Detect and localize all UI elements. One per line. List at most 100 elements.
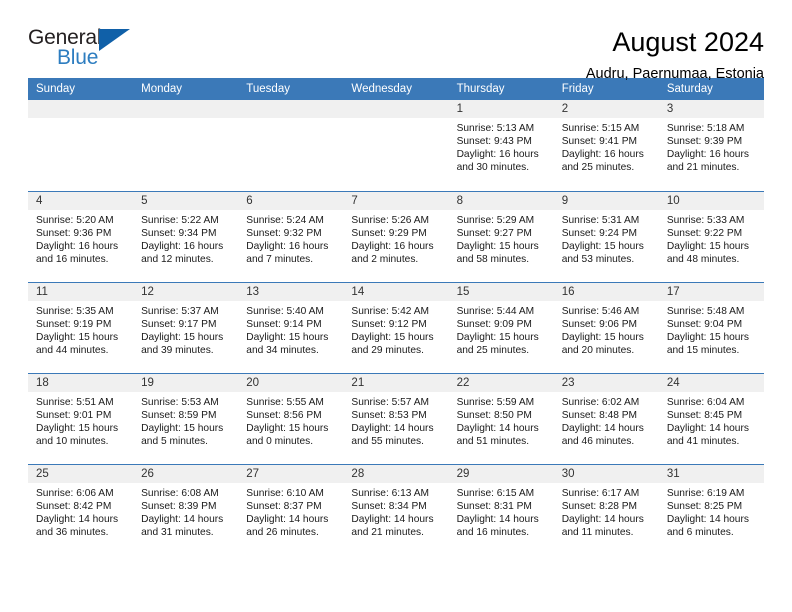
brand-triangle-icon xyxy=(99,29,130,51)
calendar-cell-empty xyxy=(28,100,134,191)
day-number: 18 xyxy=(28,373,134,392)
calendar-day-cell[interactable]: 27 Sunrise: 6:10 AM Sunset: 8:37 PM Dayligh… xyxy=(238,463,344,555)
weekday-header-sunday: Sunday xyxy=(28,78,134,100)
calendar-cell-empty xyxy=(343,100,449,191)
calendar-day-cell[interactable]: 15 Sunrise: 5:44 AM Sunset: 9:09 PM Dayligh… xyxy=(448,281,554,373)
day-details: Sunrise: 5:55 AM Sunset: 8:56 PM Daylight:… xyxy=(238,392,343,448)
calendar-day-cell[interactable]: 6 Sunrise: 5:24 AM Sunset: 9:32 PM Daylight… xyxy=(238,190,344,282)
day-detail-line: Daylight: 15 hours xyxy=(456,240,539,252)
day-detail-line: Daylight: 14 hours xyxy=(666,513,749,525)
day-detail-line: and 36 minutes. xyxy=(36,526,109,538)
calendar-day-cell[interactable]: 24 Sunrise: 6:04 AM Sunset: 8:45 PM Dayligh… xyxy=(658,372,764,464)
day-detail-line: Sunrise: 5:57 AM xyxy=(351,396,430,408)
day-detail-line: Sunset: 9:19 PM xyxy=(36,318,112,330)
day-detail-line: Daylight: 15 hours xyxy=(36,331,119,343)
day-detail-line: Daylight: 16 hours xyxy=(36,240,119,252)
day-detail-line: Sunrise: 5:26 AM xyxy=(351,214,430,226)
day-detail-line: Sunrise: 5:24 AM xyxy=(246,214,324,226)
day-number: 15 xyxy=(448,282,554,301)
day-detail-line: and 48 minutes. xyxy=(666,253,740,265)
calendar-day-cell[interactable]: 26 Sunrise: 6:08 AM Sunset: 8:39 PM Dayligh… xyxy=(133,463,239,555)
day-detail-line: Sunset: 9:27 PM xyxy=(456,227,532,239)
day-detail-line: Daylight: 14 hours xyxy=(561,513,644,525)
day-details: Sunrise: 6:17 AM Sunset: 8:28 PM Daylight:… xyxy=(554,483,659,539)
calendar-day-cell[interactable]: 11 Sunrise: 5:35 AM Sunset: 9:19 PM Dayligh… xyxy=(28,281,134,373)
day-detail-line: Sunrise: 5:59 AM xyxy=(456,396,535,408)
weekday-header-thursday: Thursday xyxy=(448,78,554,100)
day-detail-line: Sunset: 8:28 PM xyxy=(561,500,638,512)
calendar-day-cell[interactable]: 17 Sunrise: 5:48 AM Sunset: 9:04 PM Dayligh… xyxy=(658,281,764,373)
day-details: Sunrise: 5:13 AM Sunset: 9:43 PM Daylight:… xyxy=(449,118,554,174)
day-detail-line: Sunset: 9:32 PM xyxy=(246,227,322,239)
day-detail-line: Sunset: 8:53 PM xyxy=(351,409,427,421)
day-detail-line: Daylight: 15 hours xyxy=(141,422,224,434)
day-number: 12 xyxy=(133,282,239,301)
calendar-day-cell[interactable]: 25 Sunrise: 6:06 AM Sunset: 8:42 PM Dayligh… xyxy=(28,463,134,555)
calendar-day-cell[interactable]: 22 Sunrise: 5:59 AM Sunset: 8:50 PM Dayligh… xyxy=(448,372,554,464)
day-detail-line: Sunrise: 5:18 AM xyxy=(666,123,745,134)
day-number: 11 xyxy=(28,282,134,301)
calendar-day-cell[interactable]: 23 Sunrise: 6:02 AM Sunset: 8:48 PM Dayligh… xyxy=(553,372,659,464)
day-details: Sunrise: 5:46 AM Sunset: 9:06 PM Daylight:… xyxy=(554,301,659,357)
day-detail-line: and 51 minutes. xyxy=(456,435,530,447)
day-detail-line: Daylight: 15 hours xyxy=(351,331,434,343)
day-details: Sunrise: 6:08 AM Sunset: 8:39 PM Daylight:… xyxy=(133,483,238,539)
day-details: Sunrise: 5:22 AM Sunset: 9:34 PM Daylight:… xyxy=(133,210,238,266)
calendar-table: Sunday Monday Tuesday Wednesday Thursday Frid… xyxy=(28,78,764,555)
day-details: Sunrise: 5:57 AM Sunset: 8:53 PM Daylight:… xyxy=(343,392,448,448)
calendar-day-cell[interactable]: 10 Sunrise: 5:33 AM Sunset: 9:22 PM Dayligh… xyxy=(658,190,764,282)
day-detail-line: and 39 minutes. xyxy=(141,344,214,356)
day-detail-line: Daylight: 15 hours xyxy=(246,422,329,434)
calendar-week-row: 25 Sunrise: 6:06 AM Sunset: 8:42 PM Dayligh… xyxy=(28,463,764,555)
day-detail-line: Sunrise: 5:51 AM xyxy=(36,396,114,408)
day-detail-line: and 41 minutes. xyxy=(666,435,740,447)
calendar-day-cell[interactable]: 1 Sunrise: 5:13 AM Sunset: 9:43 PM Daylight… xyxy=(448,100,554,191)
calendar-day-cell[interactable]: 7 Sunrise: 5:26 AM Sunset: 9:29 PM Daylight… xyxy=(343,190,449,282)
calendar-day-cell[interactable]: 31 Sunrise: 6:19 AM Sunset: 8:25 PM Dayligh… xyxy=(658,463,764,555)
day-detail-line: and 55 minutes. xyxy=(351,435,424,447)
calendar-day-cell[interactable]: 13 Sunrise: 5:40 AM Sunset: 9:14 PM Dayligh… xyxy=(238,281,344,373)
calendar-day-cell[interactable]: 19 Sunrise: 5:53 AM Sunset: 8:59 PM Dayligh… xyxy=(133,372,239,464)
day-details: Sunrise: 6:15 AM Sunset: 8:31 PM Daylight:… xyxy=(449,483,554,539)
day-detail-line: Sunrise: 5:22 AM xyxy=(141,214,219,226)
calendar-day-cell[interactable]: 5 Sunrise: 5:22 AM Sunset: 9:34 PM Daylight… xyxy=(133,190,239,282)
general-blue-logo[interactable]: General Blue xyxy=(28,26,144,74)
day-detail-line: Sunset: 9:39 PM xyxy=(666,136,743,148)
calendar-day-cell[interactable]: 3 Sunrise: 5:18 AM Sunset: 9:39 PM Daylight… xyxy=(658,100,764,191)
calendar-day-cell[interactable]: 29 Sunrise: 6:15 AM Sunset: 8:31 PM Dayligh… xyxy=(448,463,554,555)
calendar-day-cell[interactable]: 20 Sunrise: 5:55 AM Sunset: 8:56 PM Dayligh… xyxy=(238,372,344,464)
day-detail-line: Sunset: 9:04 PM xyxy=(666,318,743,330)
day-details: Sunrise: 5:31 AM Sunset: 9:24 PM Daylight:… xyxy=(554,210,659,266)
day-detail-line: Sunset: 9:12 PM xyxy=(351,318,427,330)
day-detail-line: Sunrise: 6:17 AM xyxy=(561,487,640,499)
calendar-day-cell[interactable]: 14 Sunrise: 5:42 AM Sunset: 9:12 PM Dayligh… xyxy=(343,281,449,373)
day-detail-line: and 29 minutes. xyxy=(351,344,424,356)
day-number: 31 xyxy=(658,464,764,483)
day-details: Sunrise: 6:06 AM Sunset: 8:42 PM Daylight:… xyxy=(28,483,133,539)
calendar-day-cell[interactable]: 9 Sunrise: 5:31 AM Sunset: 9:24 PM Daylight… xyxy=(553,190,659,282)
calendar-day-cell[interactable]: 12 Sunrise: 5:37 AM Sunset: 9:17 PM Dayligh… xyxy=(133,281,239,373)
calendar-day-cell[interactable]: 2 Sunrise: 5:15 AM Sunset: 9:41 PM Daylight… xyxy=(553,100,659,191)
day-number: 17 xyxy=(658,282,764,301)
calendar-day-cell[interactable]: 4 Sunrise: 5:20 AM Sunset: 9:36 PM Daylight… xyxy=(28,190,134,282)
day-number xyxy=(238,100,344,118)
day-number: 1 xyxy=(448,100,554,118)
day-detail-line: Daylight: 16 hours xyxy=(246,240,329,252)
calendar-day-cell[interactable]: 21 Sunrise: 5:57 AM Sunset: 8:53 PM Dayligh… xyxy=(343,372,449,464)
day-details: Sunrise: 5:33 AM Sunset: 9:22 PM Daylight:… xyxy=(659,210,764,266)
day-detail-line: and 7 minutes. xyxy=(246,253,314,265)
calendar-day-cell[interactable]: 28 Sunrise: 6:13 AM Sunset: 8:34 PM Dayligh… xyxy=(343,463,449,555)
calendar-day-cell[interactable]: 18 Sunrise: 5:51 AM Sunset: 9:01 PM Dayligh… xyxy=(28,372,134,464)
calendar-day-cell[interactable]: 30 Sunrise: 6:17 AM Sunset: 8:28 PM Dayligh… xyxy=(553,463,659,555)
day-number: 5 xyxy=(133,191,239,210)
day-detail-line: Sunset: 9:06 PM xyxy=(561,318,638,330)
day-number: 13 xyxy=(238,282,344,301)
day-detail-line: Sunset: 9:41 PM xyxy=(561,136,638,148)
day-detail-line: and 20 minutes. xyxy=(561,344,635,356)
day-detail-line: and 26 minutes. xyxy=(246,526,319,538)
day-number: 14 xyxy=(343,282,449,301)
day-detail-line: Sunrise: 5:46 AM xyxy=(561,305,640,317)
calendar-day-cell[interactable]: 8 Sunrise: 5:29 AM Sunset: 9:27 PM Daylight… xyxy=(448,190,554,282)
calendar-day-cell[interactable]: 16 Sunrise: 5:46 AM Sunset: 9:06 PM Dayligh… xyxy=(553,281,659,373)
day-number: 9 xyxy=(553,191,659,210)
